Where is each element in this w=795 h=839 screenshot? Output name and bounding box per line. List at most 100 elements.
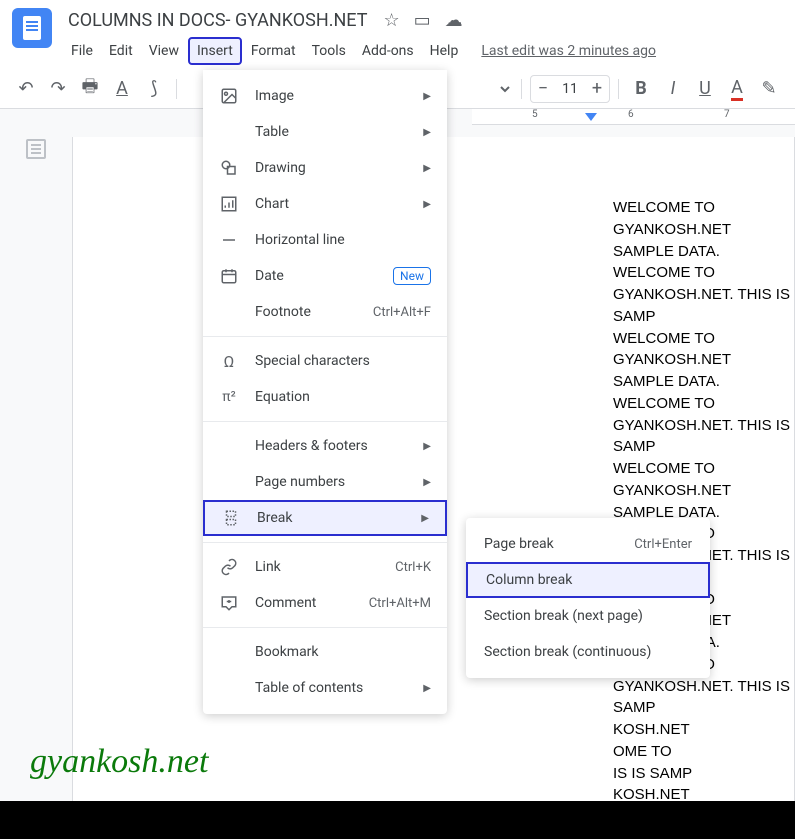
submenu-label: Section break (continuous) (484, 644, 692, 660)
menu-add-ons[interactable]: Add-ons (355, 39, 421, 63)
menu-label: Image (255, 88, 407, 104)
break-page-break[interactable]: Page breakCtrl+Enter (466, 526, 710, 562)
shortcut-label: Ctrl+Alt+M (369, 596, 431, 611)
menu-file[interactable]: File (64, 39, 100, 63)
blank-icon (219, 436, 239, 456)
submenu-arrow-icon: ▶ (421, 513, 429, 524)
blank-icon (219, 302, 239, 322)
menu-view[interactable]: View (142, 39, 186, 63)
hline-icon (219, 230, 239, 250)
blank-icon (219, 642, 239, 662)
break-icon (221, 508, 241, 528)
spellcheck-button[interactable]: A (108, 75, 136, 103)
watermark-text: gyankosh.net (30, 743, 208, 781)
insert-footnote[interactable]: Footnote Ctrl+Alt+F (203, 294, 447, 330)
submenu-arrow-icon: ▶ (423, 441, 431, 452)
insert-horizontal-line[interactable]: Horizontal line (203, 222, 447, 258)
ruler[interactable]: 5 6 7 (472, 109, 795, 125)
font-size-value[interactable]: 11 (555, 81, 585, 97)
bottom-bar (0, 801, 795, 839)
menu-label: Table (255, 124, 407, 140)
submenu-label: Column break (486, 572, 690, 588)
font-size-increase[interactable]: + (585, 78, 609, 99)
outline-toggle-icon[interactable] (26, 139, 46, 159)
insert-page-numbers[interactable]: Page numbers ▶ (203, 464, 447, 500)
paint-format-button[interactable]: ⟆ (140, 75, 168, 103)
shortcut-label: Ctrl+Alt+F (373, 305, 431, 320)
menu-label: Table of contents (255, 680, 407, 696)
insert-image[interactable]: Image ▶ (203, 78, 447, 114)
ruler-mark: 5 (532, 109, 538, 120)
insert-equation[interactable]: π² Equation (203, 379, 447, 415)
menu-label: Link (255, 559, 379, 575)
omega-icon: Ω (219, 351, 239, 371)
last-edit-link[interactable]: Last edit was 2 minutes ago (481, 43, 656, 59)
menu-label: Equation (255, 389, 431, 405)
image-icon (219, 86, 239, 106)
break-section-break-next-page-[interactable]: Section break (next page) (466, 598, 710, 634)
ruler-mark: 7 (724, 109, 730, 120)
star-icon[interactable]: ☆ (383, 10, 399, 31)
move-icon[interactable]: ▭ (414, 10, 431, 31)
cloud-icon[interactable]: ☁ (445, 10, 463, 31)
insert-date[interactable]: DateNew (203, 258, 447, 294)
submenu-arrow-icon: ▶ (423, 199, 431, 210)
submenu-arrow-icon: ▶ (423, 477, 431, 488)
shortcut-label: Ctrl+Enter (634, 537, 692, 552)
insert-headers-footers[interactable]: Headers & footers ▶ (203, 428, 447, 464)
menu-label: Headers & footers (255, 438, 407, 454)
document-body-text[interactable]: WELCOME TO GYANKOSH.NET SAMPLE DATA. WEL… (613, 197, 794, 818)
submenu-label: Page break (484, 536, 634, 552)
break-submenu: Page breakCtrl+Enter Column break Section … (466, 518, 710, 678)
insert-link[interactable]: Link Ctrl+K (203, 549, 447, 585)
comment-icon (219, 593, 239, 613)
font-size-decrease[interactable]: − (531, 78, 555, 99)
menu-label: Special characters (255, 353, 431, 369)
menu-label: Chart (255, 196, 407, 212)
shortcut-label: Ctrl+K (395, 560, 431, 575)
underline-button[interactable]: U (691, 75, 719, 103)
text-color-button[interactable]: A (723, 75, 751, 103)
link-icon (219, 557, 239, 577)
menu-edit[interactable]: Edit (102, 39, 140, 63)
submenu-arrow-icon: ▶ (423, 91, 431, 102)
break-column-break[interactable]: Column break (466, 562, 710, 598)
docs-logo[interactable] (12, 8, 52, 48)
blank-icon (219, 472, 239, 492)
menubar: FileEditViewInsertFormatToolsAdd-onsHelp… (64, 37, 783, 65)
document-title[interactable]: COLUMNS IN DOCS- GYANKOSH.NET (64, 8, 371, 33)
insert-special-characters[interactable]: Ω Special characters (203, 343, 447, 379)
insert-table[interactable]: Table▶ (203, 114, 447, 150)
menu-help[interactable]: Help (423, 39, 466, 63)
menu-format[interactable]: Format (244, 39, 303, 63)
insert-bookmark[interactable]: Bookmark (203, 634, 447, 670)
pi-icon: π² (219, 387, 239, 407)
redo-button[interactable]: ↷ (44, 75, 72, 103)
insert-chart[interactable]: Chart ▶ (203, 186, 447, 222)
break-section-break-continuous-[interactable]: Section break (continuous) (466, 634, 710, 670)
bold-button[interactable]: B (627, 75, 655, 103)
submenu-label: Section break (next page) (484, 608, 692, 624)
blank-icon (219, 678, 239, 698)
highlight-button[interactable]: ✎ (755, 75, 783, 103)
menu-label: Drawing (255, 160, 407, 176)
submenu-arrow-icon: ▶ (423, 163, 431, 174)
italic-button[interactable]: I (659, 75, 687, 103)
insert-menu-dropdown: Image▶Table▶Drawing▶Chart▶Horizontal lin… (203, 70, 447, 714)
insert-drawing[interactable]: Drawing ▶ (203, 150, 447, 186)
blank-icon (219, 122, 239, 142)
menu-label: Bookmark (255, 644, 431, 660)
insert-break[interactable]: Break▶ (203, 500, 447, 536)
insert-comment[interactable]: Comment Ctrl+Alt+M (203, 585, 447, 621)
menu-label: Footnote (255, 304, 357, 320)
menu-label: Comment (255, 595, 353, 611)
print-button[interactable]: 🖶 (76, 75, 104, 103)
new-badge: New (393, 267, 431, 285)
menu-tools[interactable]: Tools (305, 39, 353, 63)
menu-label: Page numbers (255, 474, 407, 490)
menu-label: Horizontal line (255, 232, 431, 248)
menu-insert[interactable]: Insert (188, 37, 242, 65)
undo-button[interactable]: ↶ (12, 75, 40, 103)
font-select[interactable] (463, 75, 513, 103)
insert-table-of-contents[interactable]: Table of contents▶ (203, 670, 447, 706)
